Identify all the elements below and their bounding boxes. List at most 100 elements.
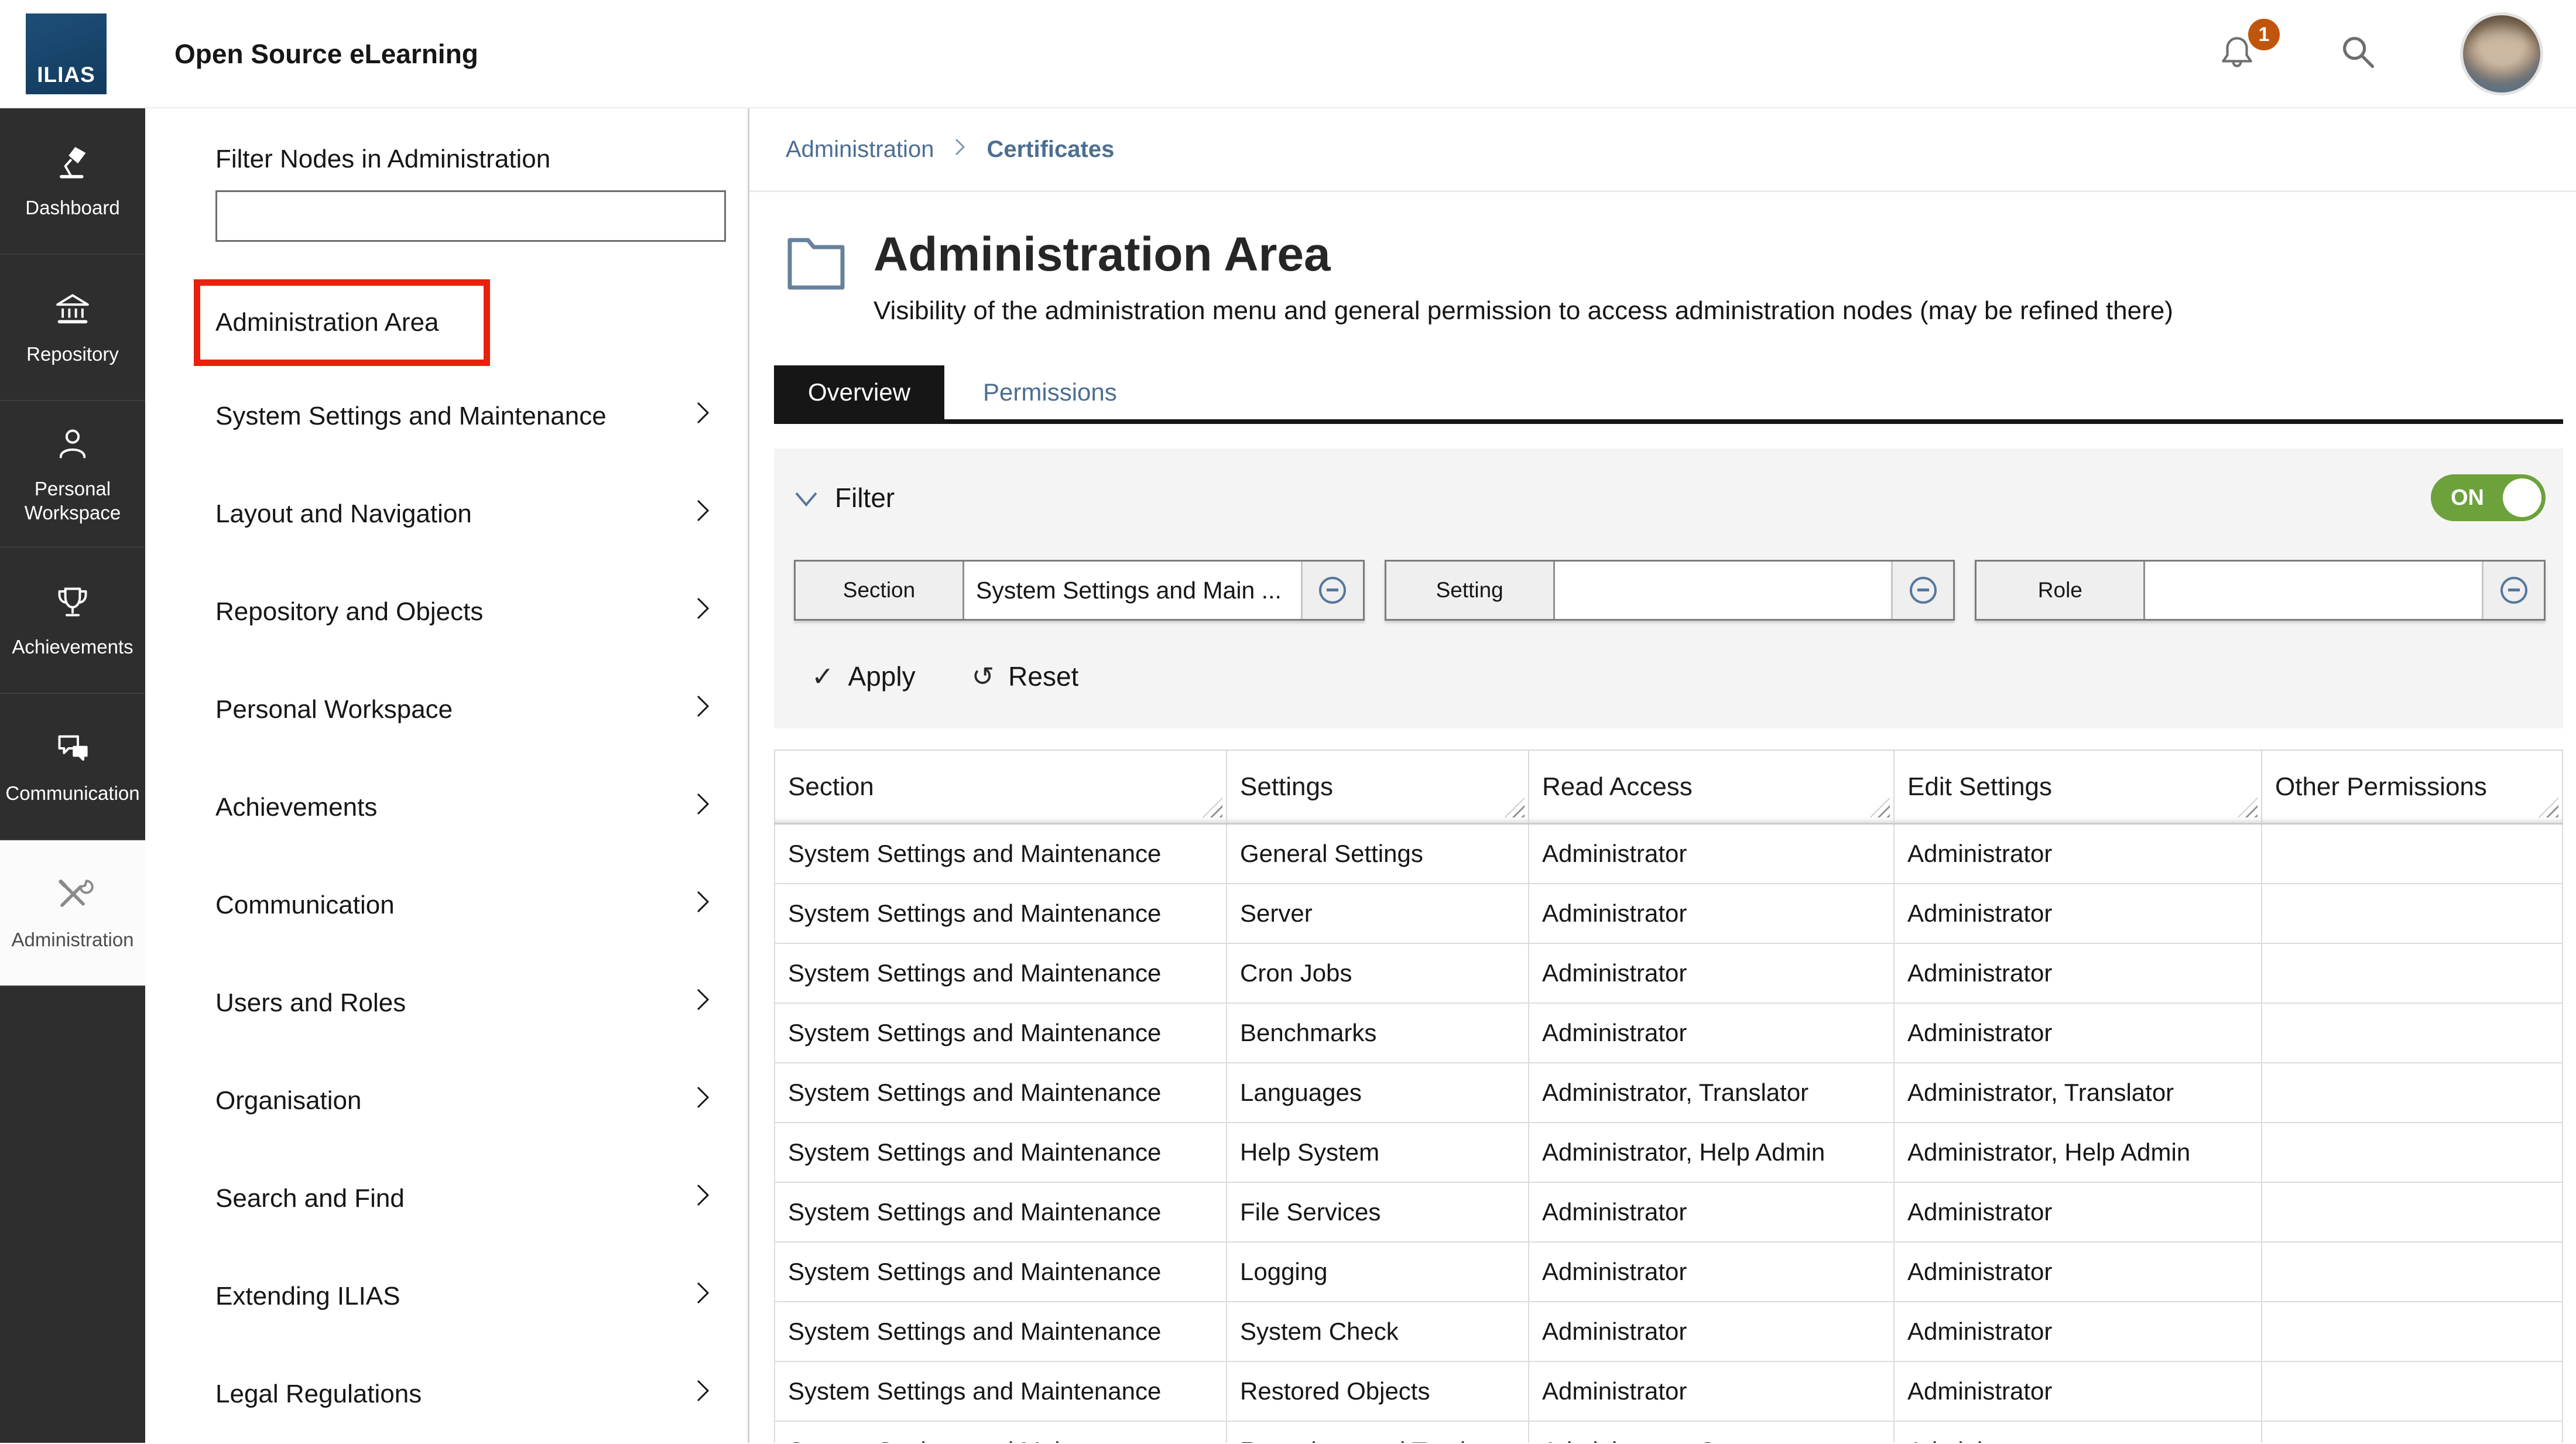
circle-minus-icon	[2500, 577, 2527, 604]
chevron-right-icon	[696, 1084, 711, 1117]
table-cell: Administrator	[1529, 884, 1894, 943]
table-cell: Administrator	[1894, 1302, 2262, 1361]
role-filter-input[interactable]	[2145, 562, 2482, 619]
tab-overview[interactable]: Overview	[774, 365, 944, 419]
remove-setting-filter-button[interactable]	[1891, 562, 1953, 619]
table-cell: System Settings and Maintenance	[775, 1123, 1227, 1182]
table-row: System Settings and MaintenanceLanguages…	[775, 1063, 2563, 1123]
folder-icon	[786, 235, 847, 326]
tree-item[interactable]: Communication	[215, 889, 714, 921]
tree-item[interactable]: Personal Workspace	[215, 693, 714, 726]
column-resize-handle[interactable]	[1870, 798, 1890, 817]
table-cell: Administrator, Translator	[1894, 1063, 2262, 1123]
table-cell: Restored Objects	[1227, 1361, 1529, 1421]
table-cell	[2262, 824, 2563, 884]
table-row: System Settings and MaintenanceGeneral S…	[775, 824, 2563, 884]
table-row: System Settings and MaintenanceSystem Ch…	[775, 1302, 2563, 1361]
rail-item-repository[interactable]: Repository	[0, 255, 145, 401]
table-cell: Administrator	[1894, 1361, 2262, 1421]
rail-item-achievements[interactable]: Achievements	[0, 548, 145, 694]
setting-filter-input[interactable]	[1555, 562, 1892, 619]
table-cell: System Settings and Maintenance	[775, 1421, 1227, 1443]
search-icon	[2338, 32, 2378, 75]
filter-group-setting: Setting	[1385, 560, 1955, 621]
tree-item[interactable]: Legal Regulations	[215, 1378, 714, 1410]
tree-item[interactable]: Extending ILIAS	[215, 1280, 714, 1312]
filter-on-toggle[interactable]: ON	[2431, 474, 2546, 521]
tab-permissions[interactable]: Permissions	[949, 365, 1151, 419]
table-cell: Administrator	[1529, 1242, 1894, 1302]
table-cell	[2262, 943, 2563, 1003]
toggle-state-label: ON	[2451, 474, 2484, 521]
table-cell: Administrator	[1529, 824, 1894, 884]
tree-item[interactable]: Users and Roles	[215, 987, 714, 1019]
table-cell: Administrator	[1894, 884, 2262, 943]
desk-lamp-icon	[52, 142, 94, 184]
table-cell: Server	[1227, 884, 1529, 943]
notifications-button[interactable]: 1	[2218, 33, 2256, 74]
table-row: System Settings and MaintenanceFile Serv…	[775, 1182, 2563, 1242]
reset-arrow-icon: ↺	[972, 661, 995, 692]
tree-item[interactable]: Organisation	[215, 1084, 714, 1117]
table-row: System Settings and MaintenanceHelp Syst…	[775, 1123, 2563, 1182]
table-row: System Settings and MaintenanceRepositor…	[775, 1421, 2563, 1443]
table-cell: Languages	[1227, 1063, 1529, 1123]
tree-item[interactable]: Achievements	[215, 791, 714, 823]
table-cell: System Settings and Maintenance	[775, 1182, 1227, 1242]
section-filter-input[interactable]	[964, 562, 1301, 619]
main-rail: Dashboard Repository Personal Workspace	[0, 108, 145, 1443]
table-cell	[2262, 1063, 2563, 1123]
breadcrumb-link-administration[interactable]: Administration	[786, 136, 934, 163]
table-row: System Settings and MaintenanceLoggingAd…	[775, 1242, 2563, 1302]
column-header[interactable]: Settings	[1227, 750, 1529, 824]
column-resize-handle[interactable]	[2238, 798, 2258, 817]
table-cell: Administrator	[1894, 1421, 2262, 1443]
chevron-right-icon	[696, 987, 711, 1019]
tree-item-highlighted[interactable]: Administration Area	[194, 279, 490, 366]
apply-button[interactable]: ✓ Apply	[811, 661, 916, 692]
filter-collapse-header[interactable]: Filter	[794, 482, 895, 514]
table-cell	[2262, 1361, 2563, 1421]
column-header[interactable]: Section	[775, 750, 1227, 824]
rail-item-dashboard[interactable]: Dashboard	[0, 108, 145, 255]
tree-item[interactable]: Repository and Objects	[215, 596, 714, 628]
user-avatar[interactable]	[2460, 12, 2543, 95]
table-cell: File Services	[1227, 1182, 1529, 1242]
chevron-right-icon	[696, 400, 711, 432]
remove-role-filter-button[interactable]	[2482, 562, 2544, 619]
tree-item[interactable]: System Settings and Maintenance	[215, 400, 714, 432]
table-cell: System Settings and Maintenance	[775, 943, 1227, 1003]
column-header[interactable]: Read Access	[1529, 750, 1894, 824]
tree-item[interactable]: Search and Find	[215, 1182, 714, 1214]
rail-item-administration[interactable]: Administration	[0, 840, 145, 987]
person-icon	[52, 423, 94, 465]
table-cell: Administrator, Help Admin	[1529, 1123, 1894, 1182]
rail-item-communication[interactable]: Communication	[0, 694, 145, 840]
column-resize-handle[interactable]	[1505, 798, 1525, 817]
chevron-right-icon	[696, 889, 711, 921]
chevron-right-icon	[696, 596, 711, 628]
column-resize-handle[interactable]	[2539, 798, 2558, 817]
tree-filter-input[interactable]	[215, 190, 726, 242]
tree-item-list: Administration Area System Settings and …	[215, 279, 748, 1410]
filter-field-label: Role	[1976, 562, 2145, 619]
toggle-knob	[2503, 478, 2541, 517]
reset-button[interactable]: ↺ Reset	[972, 661, 1079, 692]
column-resize-handle[interactable]	[1203, 798, 1222, 817]
tree-item[interactable]: Layout and Navigation	[215, 498, 714, 530]
column-header[interactable]: Other Permissions	[2262, 750, 2563, 824]
breadcrumb-link-certificates[interactable]: Certificates	[986, 136, 1114, 163]
search-button[interactable]	[2338, 32, 2378, 75]
remove-section-filter-button[interactable]	[1301, 562, 1363, 619]
ilias-logo[interactable]: ILIAS	[26, 13, 107, 94]
table-cell: Administrator	[1529, 1003, 1894, 1063]
table-cell: Administrator	[1529, 1361, 1894, 1421]
rail-item-personal-workspace[interactable]: Personal Workspace	[0, 401, 145, 548]
filter-title-label: Filter	[835, 482, 895, 514]
speech-bubbles-icon	[52, 727, 94, 769]
column-header[interactable]: Edit Settings	[1894, 750, 2262, 824]
table-row: System Settings and MaintenanceServerAdm…	[775, 884, 2563, 943]
table-cell: System Settings and Maintenance	[775, 824, 1227, 884]
chevron-right-icon	[696, 693, 711, 726]
breadcrumb: Administration Certificates	[749, 108, 2576, 192]
